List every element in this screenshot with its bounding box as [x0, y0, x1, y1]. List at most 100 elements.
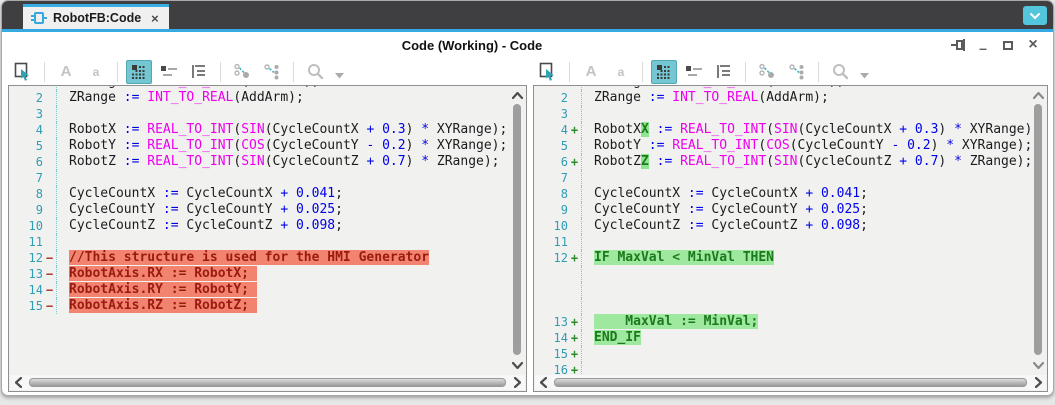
code-line: 15−RobotAxis.RZ := RobotZ;: [9, 298, 510, 314]
block-compare-button[interactable]: [651, 60, 677, 84]
previous-difference-button[interactable]: [784, 60, 810, 84]
outline-view-button[interactable]: [186, 60, 212, 84]
outline-view-button[interactable]: [711, 60, 737, 84]
code-editor[interactable]: 1XYRange := INT_TO_REAL(AddAxis);2ZRange…: [8, 85, 527, 392]
code-line: 14−RobotAxis.RY := RobotY;: [9, 282, 510, 298]
code-line: 12−//This structure is used for the HMI …: [9, 250, 510, 266]
code-text: MaxVal := MinVal;: [581, 314, 1031, 330]
pin-icon[interactable]: [950, 37, 966, 53]
code-line: 9CycleCountY := CycleCountY + 0.025;: [9, 202, 510, 218]
code-text: RobotAxis.RZ := RobotZ;: [56, 298, 510, 314]
close-icon[interactable]: ×: [1025, 37, 1041, 53]
toolbar-separator: [220, 62, 221, 82]
code-text: RobotAxis.RX := RobotX;: [56, 266, 510, 282]
tab-overflow-chevron-icon[interactable]: [1023, 6, 1047, 25]
code-text: CycleCountZ := CycleCountZ + 0.098;: [581, 218, 1031, 234]
horizontal-scrollbar[interactable]: [10, 375, 525, 390]
line-number: 2: [534, 90, 568, 106]
diff-panel-left: A a: [8, 58, 527, 392]
next-difference-button[interactable]: [754, 60, 780, 84]
font-decrease-button[interactable]: a: [83, 60, 109, 84]
tab-robotfb-code[interactable]: RobotFB:Code ×: [23, 4, 169, 29]
diff-panel-right: A a: [533, 58, 1048, 392]
line-number: 10: [534, 218, 568, 234]
search-button[interactable]: [827, 60, 853, 84]
line-number: 14: [9, 282, 43, 298]
inline-compare-button[interactable]: [156, 60, 182, 84]
code-text: [56, 106, 510, 122]
select-mode-button[interactable]: [535, 60, 561, 84]
added-line-marker: +: [568, 122, 581, 138]
font-decrease-button[interactable]: a: [608, 60, 634, 84]
minimize-icon[interactable]: –: [975, 37, 991, 53]
code-line: 11: [9, 234, 510, 250]
line-number: 9: [534, 202, 568, 218]
line-number: 2: [9, 90, 43, 106]
tab-close-icon[interactable]: ×: [151, 11, 159, 26]
scroll-down-icon[interactable]: [510, 358, 525, 372]
code-line: 8CycleCountX := CycleCountX + 0.041;: [534, 186, 1031, 202]
code-text: [581, 362, 1031, 375]
removed-line-marker: −: [43, 266, 56, 282]
code-text: IF MaxVal < MinVal THEN: [581, 250, 1031, 266]
horizontal-scroll-thumb[interactable]: [554, 378, 1027, 387]
toolbar-separator: [44, 62, 45, 82]
code-line: 16+: [534, 362, 1031, 375]
horizontal-scrollbar[interactable]: [535, 375, 1046, 390]
inline-compare-button[interactable]: [681, 60, 707, 84]
font-increase-button[interactable]: A: [578, 60, 604, 84]
code-text: RobotY := REAL_TO_INT(COS(CycleCountY - …: [56, 138, 510, 154]
next-difference-button[interactable]: [229, 60, 255, 84]
scroll-right-icon[interactable]: [1030, 375, 1046, 390]
vertical-scroll-thumb[interactable]: [513, 104, 521, 355]
added-line-marker: +: [568, 154, 581, 170]
added-line-marker: +: [568, 346, 581, 362]
vertical-scrollbar[interactable]: [510, 87, 525, 374]
scroll-up-icon[interactable]: [510, 88, 525, 102]
vertical-scrollbar[interactable]: [1031, 87, 1046, 374]
line-number: 12: [9, 250, 43, 266]
code-text: RobotXX := REAL_TO_INT(SIN(CycleCountX +…: [581, 122, 1031, 138]
removed-line-marker: −: [43, 250, 56, 266]
line-number: 4: [9, 122, 43, 138]
code-viewport[interactable]: 1XYRange := INT_TO_REAL(AddAxis);2ZRange…: [9, 86, 510, 375]
select-mode-button[interactable]: [10, 60, 36, 84]
scroll-down-icon[interactable]: [1031, 358, 1046, 372]
code-line: 10 CycleCountZ := CycleCountZ + 0.098;: [534, 218, 1031, 234]
code-editor[interactable]: 1XYRange := INT_TO_REAL(AddAxis);2ZRange…: [533, 85, 1048, 392]
line-number: 8: [534, 186, 568, 202]
code-text: END_IF: [581, 330, 1031, 346]
horizontal-scroll-thumb[interactable]: [29, 378, 506, 387]
toolbar-options-caret-icon[interactable]: [332, 60, 346, 84]
scroll-right-icon[interactable]: [509, 375, 525, 390]
code-viewport[interactable]: 1XYRange := INT_TO_REAL(AddAxis);2ZRange…: [534, 86, 1031, 375]
line-number: 15: [534, 346, 568, 362]
function-block-icon: [31, 12, 47, 24]
scroll-up-icon[interactable]: [1031, 88, 1046, 102]
font-increase-button[interactable]: A: [53, 60, 79, 84]
line-number: 12: [534, 250, 568, 266]
toolbar-options-caret-icon[interactable]: [857, 60, 871, 84]
code-text: ZRange := INT_TO_REAL(AddArm);: [581, 90, 1031, 106]
code-line: 15+: [534, 346, 1031, 362]
search-button[interactable]: [302, 60, 328, 84]
line-number: 16: [534, 362, 568, 375]
scroll-left-icon[interactable]: [535, 375, 551, 390]
maximize-icon[interactable]: [1000, 37, 1016, 53]
line-number: 5: [9, 138, 43, 154]
page-title: Code (Working) - Code: [402, 38, 543, 53]
vertical-scroll-thumb[interactable]: [1034, 104, 1042, 355]
code-text: CycleCountY := CycleCountY + 0.025;: [581, 202, 1031, 218]
previous-difference-button[interactable]: [259, 60, 285, 84]
code-text: CycleCountY := CycleCountY + 0.025;: [56, 202, 510, 218]
added-line-marker: +: [568, 314, 581, 330]
title-row: Code (Working) - Code – ×: [2, 32, 1053, 58]
scroll-left-icon[interactable]: [10, 375, 26, 390]
added-line-marker: +: [568, 330, 581, 346]
line-number: 8: [9, 186, 43, 202]
code-line: 5RobotY := REAL_TO_INT(COS(CycleCountY -…: [534, 138, 1031, 154]
code-text: [56, 170, 510, 186]
block-compare-button[interactable]: [126, 60, 152, 84]
code-text: [581, 170, 1031, 186]
toolbar-separator: [117, 62, 118, 82]
